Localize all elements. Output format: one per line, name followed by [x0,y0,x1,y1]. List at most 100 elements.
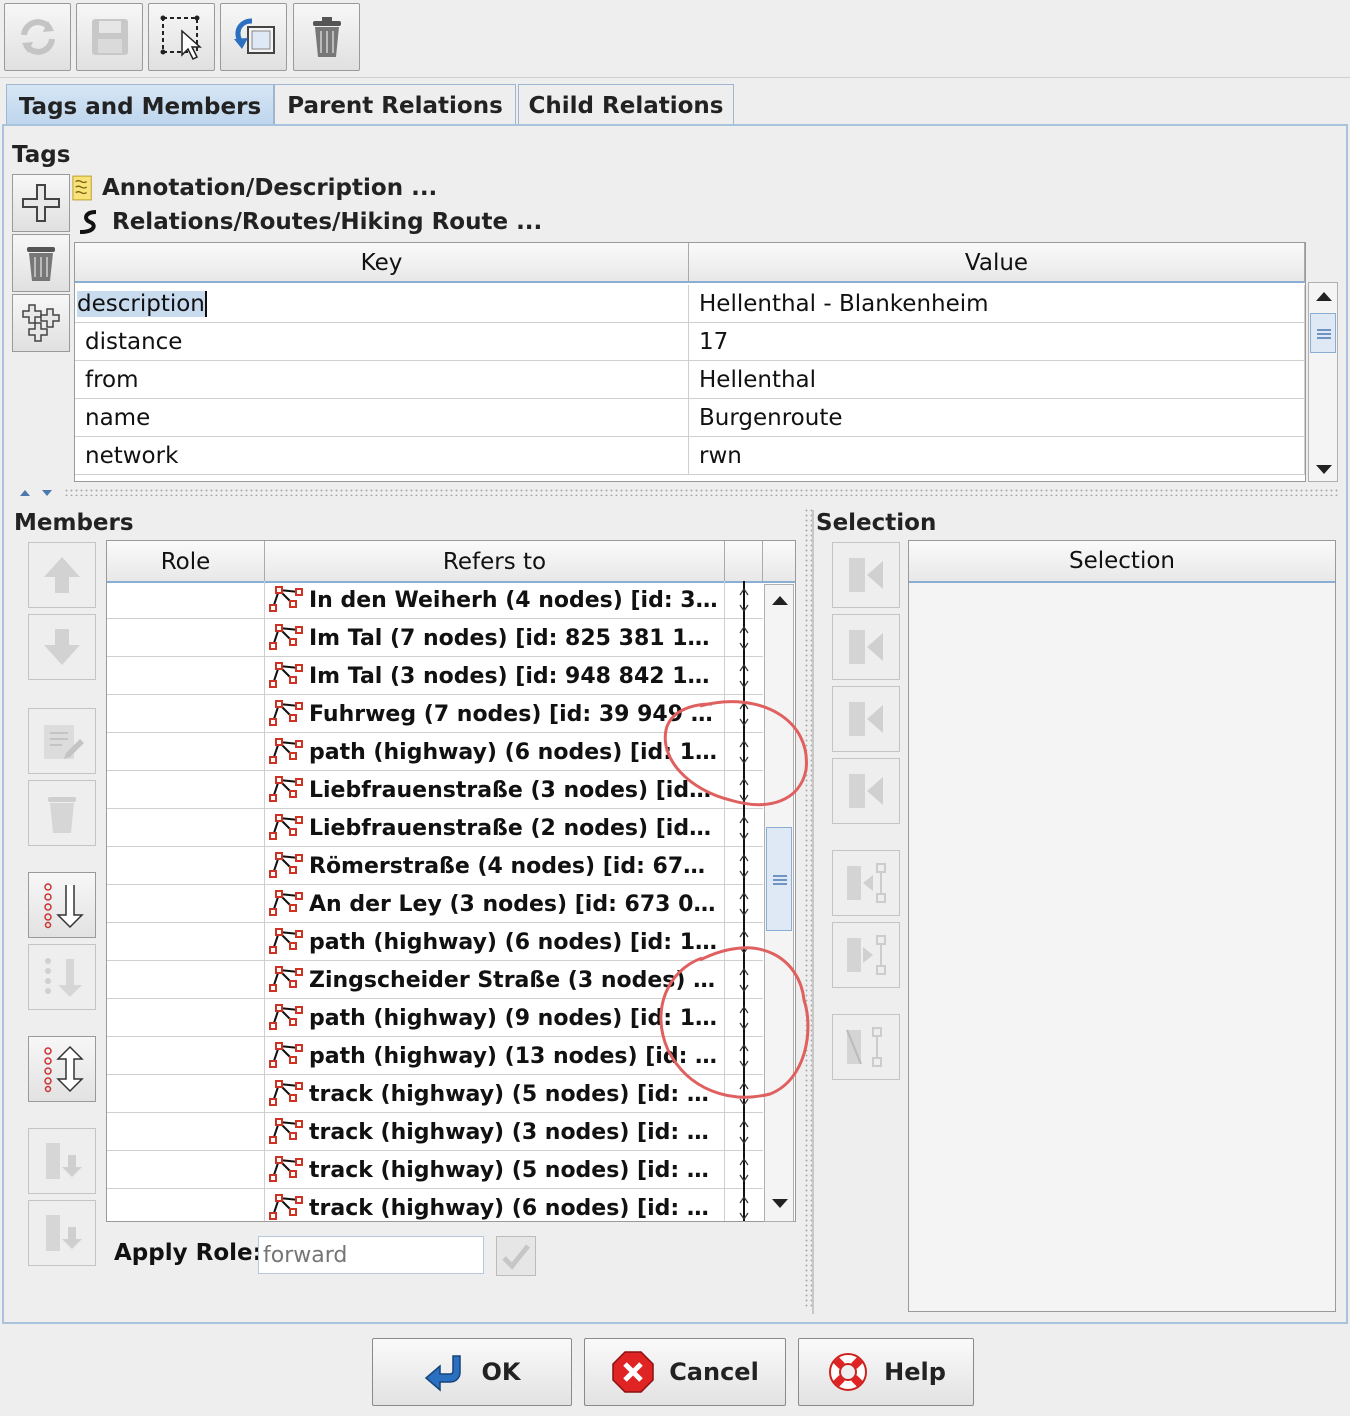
scroll-up-arrow-icon[interactable] [770,593,790,607]
member-refers-to-cell[interactable]: In den Weiherh (4 nodes) [id: 39 9... [265,581,725,619]
zoom-to-relation-button[interactable] [220,3,287,71]
table-row[interactable]: track (highway) (6 nodes) [id: 29 2... [107,1189,763,1221]
edit-member-button[interactable] [28,708,96,774]
tag-table-scrollbar[interactable] [1308,282,1338,482]
ok-button[interactable]: OK [372,1338,572,1406]
tag-key-cell[interactable]: name [75,399,689,437]
member-role-cell[interactable] [107,695,265,733]
linkage-column-header[interactable] [725,541,763,583]
tag-value-cell[interactable]: Hellenthal [689,361,1305,399]
table-row[interactable]: Zingscheider Straße (3 nodes) [id: ... [107,961,763,999]
paste-tags-button[interactable] [12,294,70,352]
apply-role-input[interactable] [258,1236,484,1274]
member-role-cell[interactable] [107,657,265,695]
member-role-cell[interactable] [107,1189,265,1221]
tab-child-relations[interactable]: Child Relations [518,84,734,126]
remove-selected-button[interactable] [832,1014,900,1080]
member-refers-to-cell[interactable]: Fuhrweg (7 nodes) [id: 39 949 192] [265,695,725,733]
tag-key-cell[interactable]: distance [75,323,689,361]
add-selected-before-button[interactable] [832,614,900,680]
table-row[interactable]: path (highway) (13 nodes) [id: 11... [107,1037,763,1075]
table-row[interactable]: Fuhrweg (7 nodes) [id: 39 949 192] [107,695,763,733]
member-refers-to-cell[interactable]: Liebfrauenstraße (2 nodes) [id: 1... [265,809,725,847]
tag-value-cell[interactable]: rwn [689,437,1305,475]
role-column-header[interactable]: Role [107,541,265,583]
member-refers-to-cell[interactable]: path (highway) (9 nodes) [id: 134 ... [265,999,725,1037]
member-refers-to-cell[interactable]: path (highway) (6 nodes) [id: 134 ... [265,923,725,961]
scroll-down-arrow-icon[interactable] [770,1197,790,1211]
apply-role-button[interactable] [496,1236,536,1276]
preset-annotation-description[interactable]: Annotation/Description ... [72,174,437,202]
download-members-button[interactable] [28,1128,96,1194]
split-arrows-icon[interactable] [18,488,58,498]
add-selected-at-start-button[interactable] [832,542,900,608]
member-refers-to-cell[interactable]: path (highway) (13 nodes) [id: 11... [265,1037,725,1075]
tag-scroll-thumb[interactable] [1310,313,1336,353]
tag-key-editor[interactable]: description [77,291,207,317]
table-row[interactable]: path (highway) (6 nodes) [id: 134 ... [107,923,763,961]
table-row[interactable]: name Burgenroute [75,399,1305,437]
member-role-cell[interactable] [107,885,265,923]
member-refers-to-cell[interactable]: An der Ley (3 nodes) [id: 673 093 ... [265,885,725,923]
move-down-button[interactable] [28,614,96,680]
delete-relation-button[interactable] [293,3,360,71]
scroll-down-arrow-icon[interactable] [1314,463,1334,477]
table-row[interactable]: path (highway) (6 nodes) [id: 134 ... [107,733,763,771]
member-table-scrollbar[interactable] [764,584,794,1222]
scroll-up-arrow-icon[interactable] [1314,289,1334,303]
member-role-cell[interactable] [107,771,265,809]
table-row[interactable]: An der Ley (3 nodes) [id: 673 093 ... [107,885,763,923]
preset-hiking-route[interactable]: Relations/Routes/Hiking Route ... [76,208,542,236]
member-refers-to-cell[interactable]: Im Tal (3 nodes) [id: 948 842 125] [265,657,725,695]
key-column-header[interactable]: Key [75,243,689,283]
member-refers-to-cell[interactable]: Römerstraße (4 nodes) [id: 673 0... [265,847,725,885]
tag-value-cell[interactable]: Hellenthal - Blankenheim [689,285,1305,323]
cancel-button[interactable]: Cancel [584,1338,786,1406]
select-button[interactable] [148,3,215,71]
table-row[interactable]: track (highway) (5 nodes) [id: 1 02... [107,1075,763,1113]
member-refers-to-cell[interactable]: Im Tal (7 nodes) [id: 825 381 159] [265,619,725,657]
help-button[interactable]: Help [798,1338,974,1406]
tag-key-cell[interactable]: from [75,361,689,399]
table-row[interactable]: network rwn [75,437,1305,475]
move-up-button[interactable] [28,542,96,608]
add-tag-button[interactable] [12,174,70,232]
member-role-cell[interactable] [107,961,265,999]
save-button[interactable] [76,3,143,71]
remove-member-button[interactable] [28,780,96,846]
table-row[interactable]: distance 17 [75,323,1305,361]
refers-to-column-header[interactable]: Refers to [265,541,725,583]
tab-tags-and-members[interactable]: Tags and Members [6,84,274,128]
table-row[interactable]: Liebfrauenstraße (2 nodes) [id: 1... [107,809,763,847]
table-row[interactable]: In den Weiherh (4 nodes) [id: 39 9... [107,581,763,619]
table-row[interactable]: description Hellenthal - Blankenheim [75,285,1305,323]
selection-column-header[interactable]: Selection [909,541,1335,583]
member-refers-to-cell[interactable]: track (highway) (3 nodes) [id: 673 ... [265,1113,725,1151]
select-members-button[interactable] [832,850,900,916]
sort-below-button[interactable] [28,944,96,1010]
tag-key-cell[interactable]: network [75,437,689,475]
reverse-members-button[interactable] [28,1036,96,1102]
delete-tag-button[interactable] [12,234,70,292]
select-in-selection-button[interactable] [832,922,900,988]
tag-value-cell[interactable]: Burgenroute [689,399,1305,437]
member-role-cell[interactable] [107,999,265,1037]
sort-members-button[interactable] [28,872,96,938]
refresh-button[interactable] [4,3,71,71]
member-scroll-thumb[interactable] [766,827,792,931]
member-refers-to-cell[interactable]: Liebfrauenstraße (3 nodes) [id: 9... [265,771,725,809]
table-row[interactable]: from Hellenthal [75,361,1305,399]
member-role-cell[interactable] [107,581,265,619]
add-selected-at-end-button[interactable] [832,758,900,824]
member-role-cell[interactable] [107,1113,265,1151]
table-row[interactable]: Im Tal (7 nodes) [id: 825 381 159] [107,619,763,657]
member-refers-to-cell[interactable]: track (highway) (6 nodes) [id: 29 2... [265,1189,725,1221]
member-refers-to-cell[interactable]: path (highway) (6 nodes) [id: 134 ... [265,733,725,771]
splitter[interactable] [64,488,1338,496]
member-role-cell[interactable] [107,619,265,657]
table-row[interactable]: Römerstraße (4 nodes) [id: 673 0... [107,847,763,885]
table-row[interactable]: track (highway) (3 nodes) [id: 673 ... [107,1113,763,1151]
member-role-cell[interactable] [107,1151,265,1189]
table-row[interactable]: track (highway) (5 nodes) [id: 37 7... [107,1151,763,1189]
add-selected-after-button[interactable] [832,686,900,752]
